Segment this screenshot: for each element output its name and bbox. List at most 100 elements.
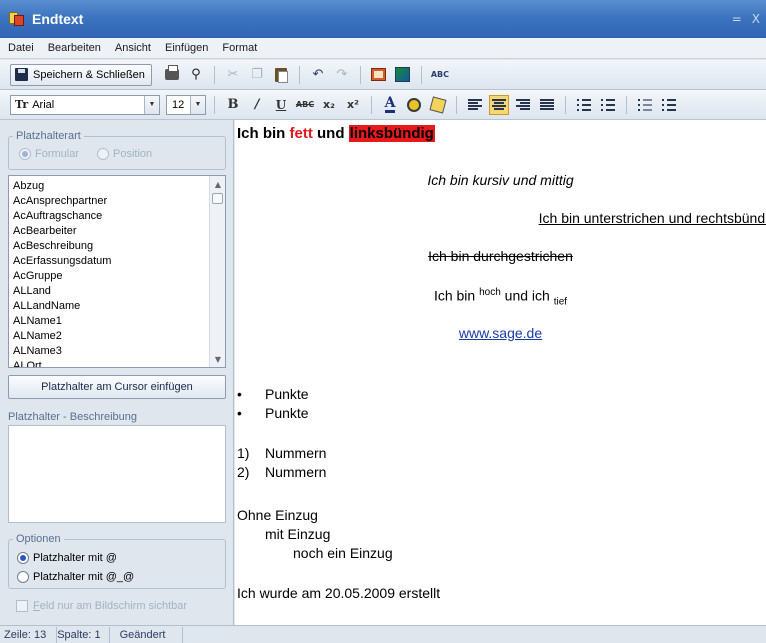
superscript-button[interactable]: x² <box>343 95 363 115</box>
align-right-button[interactable] <box>513 95 533 115</box>
list-item[interactable]: AcBearbeiter <box>13 224 225 239</box>
insert-table-button[interactable] <box>369 65 389 85</box>
align-center-button[interactable] <box>489 94 509 115</box>
doc-line-underline-right: Ich bin unterstrichen und rechtsbündig <box>538 210 766 226</box>
doc-text: Ich bin <box>237 125 290 142</box>
placeholder-list-scrollbar[interactable]: ▲ ▼ <box>209 176 225 367</box>
redo-button[interactable]: ↷ <box>332 65 352 85</box>
bullet-list-button[interactable] <box>574 95 594 115</box>
scroll-down-icon[interactable]: ▼ <box>210 351 225 367</box>
status-bar: Zeile: 13 Spalte: 1 Geändert <box>0 625 766 643</box>
save-close-label: Speichern & Schließen <box>33 68 145 81</box>
screen-only-checkbox[interactable]: Feld nur am Bildschirm sichtbar <box>16 600 187 612</box>
doc-bullet-item: Punkte <box>265 405 309 421</box>
placeholder-list[interactable]: Abzug AcAnsprechpartner AcAuftragschance Ac… <box>8 175 226 368</box>
font-size-select[interactable]: 12 ▼ <box>166 94 206 115</box>
minimize-button[interactable]: = <box>732 12 742 26</box>
justify-button[interactable] <box>537 95 557 115</box>
paste-button[interactable] <box>271 65 291 85</box>
eraser-icon <box>429 95 447 114</box>
placeholder-description-label: Platzhalter - Beschreibung <box>8 411 138 423</box>
menu-bearbeiten[interactable]: Bearbeiten <box>46 41 103 55</box>
radio-position-label: Position <box>113 148 153 160</box>
title-bar: Endtext = X <box>0 0 766 38</box>
redo-icon: ↷ <box>336 67 348 82</box>
doc-line-super-sub: Ich bin hoch und ich tief <box>235 287 766 307</box>
font-family-select[interactable]: Tr Arial ▼ <box>10 94 160 115</box>
app-icon <box>8 10 26 28</box>
undo-icon: ↶ <box>312 67 324 82</box>
screen-only-checkbox-control[interactable] <box>16 600 28 612</box>
list-item[interactable]: ALLandName <box>13 299 225 314</box>
increase-indent-button[interactable] <box>659 95 679 115</box>
toolbar-separator <box>213 65 215 84</box>
toolbar-separator <box>298 65 300 84</box>
list-item[interactable]: AcErfassungsdatum <box>13 254 225 269</box>
document-editor[interactable]: Ich bin fett und linksbündig Ich bin kur… <box>235 120 766 625</box>
spellcheck-button[interactable]: ABC <box>430 65 450 85</box>
radio-position-control[interactable] <box>97 148 110 160</box>
doc-text: und ich <box>500 287 554 304</box>
list-item[interactable]: AcAuftragschance <box>13 209 225 224</box>
menu-format[interactable]: Format <box>220 41 259 55</box>
italic-button[interactable]: / <box>247 95 267 115</box>
underline-button[interactable]: U <box>271 95 291 115</box>
list-item[interactable]: ALName3 <box>13 344 225 359</box>
radio-option-at-at-control[interactable] <box>17 571 29 583</box>
list-item[interactable]: AcAnsprechpartner <box>13 194 225 209</box>
menu-datei[interactable]: Datei <box>6 41 36 55</box>
list-item[interactable]: ALName1 <box>13 314 225 329</box>
font-family-value: Arial <box>32 98 55 111</box>
list-item[interactable]: Abzug <box>13 179 225 194</box>
align-center-icon <box>492 98 506 111</box>
list-item[interactable]: AcGruppe <box>13 269 225 284</box>
radio-formular[interactable]: Formular <box>19 148 79 160</box>
options-legend: Optionen <box>13 533 64 545</box>
scroll-up-icon[interactable]: ▲ <box>210 176 225 192</box>
decrease-indent-button[interactable] <box>635 95 655 115</box>
doc-number-marker: 1) <box>237 445 250 461</box>
menu-einfuegen[interactable]: Einfügen <box>163 41 210 55</box>
doc-hyperlink[interactable]: www.sage.de <box>459 325 542 341</box>
highlighter-icon <box>407 97 421 112</box>
strikethrough-button[interactable]: ABC <box>295 95 315 115</box>
insert-placeholder-button[interactable]: Platzhalter am Cursor einfügen <box>8 375 226 399</box>
scroll-thumb[interactable] <box>212 193 223 204</box>
print-button[interactable] <box>162 65 182 85</box>
close-button[interactable]: X <box>752 12 760 26</box>
list-item[interactable]: AcBeschreibung <box>13 239 225 254</box>
doc-numbered-item: Nummern <box>265 445 327 461</box>
doc-line-strikethrough: Ich bin durchgestrichen <box>428 248 573 264</box>
copy-button[interactable]: ❐ <box>247 65 267 85</box>
numbered-list-button[interactable] <box>598 95 618 115</box>
chevron-down-icon[interactable]: ▼ <box>190 95 205 114</box>
cut-button[interactable]: ✂ <box>223 65 243 85</box>
insert-image-button[interactable] <box>393 65 413 85</box>
copy-icon: ❐ <box>251 67 263 82</box>
find-button[interactable]: ⚲ <box>186 65 206 85</box>
doc-text-highlighted: linksbündig <box>348 125 435 142</box>
menu-ansicht[interactable]: Ansicht <box>113 41 153 55</box>
main-toolbar: Speichern & Schließen ⚲ ✂ ❐ ↶ ↷ ABC <box>0 60 766 90</box>
list-item[interactable]: ALOrt <box>13 359 225 367</box>
align-left-icon <box>468 98 482 111</box>
bold-button[interactable]: B <box>223 95 243 115</box>
highlight-button[interactable] <box>404 95 424 115</box>
font-color-button[interactable]: A <box>380 95 400 115</box>
bullet-icon: • <box>237 405 242 421</box>
radio-position[interactable]: Position <box>97 148 152 160</box>
list-item[interactable]: ALLand <box>13 284 225 299</box>
save-close-button[interactable]: Speichern & Schließen <box>10 63 152 86</box>
doc-text-subscript: tief <box>553 296 568 308</box>
doc-line-indent-2: noch ein Einzug <box>293 545 393 561</box>
clear-format-button[interactable] <box>428 95 448 115</box>
align-left-button[interactable] <box>465 95 485 115</box>
radio-option-at-control[interactable] <box>17 552 29 564</box>
list-item[interactable]: ALName2 <box>13 329 225 344</box>
radio-formular-control[interactable] <box>19 148 31 160</box>
undo-button[interactable]: ↶ <box>308 65 328 85</box>
chevron-down-icon[interactable]: ▼ <box>144 95 159 114</box>
radio-option-at-at[interactable]: Platzhalter mit @_@ <box>17 571 134 583</box>
subscript-button[interactable]: x₂ <box>319 95 339 115</box>
radio-option-at[interactable]: Platzhalter mit @ <box>17 552 117 564</box>
